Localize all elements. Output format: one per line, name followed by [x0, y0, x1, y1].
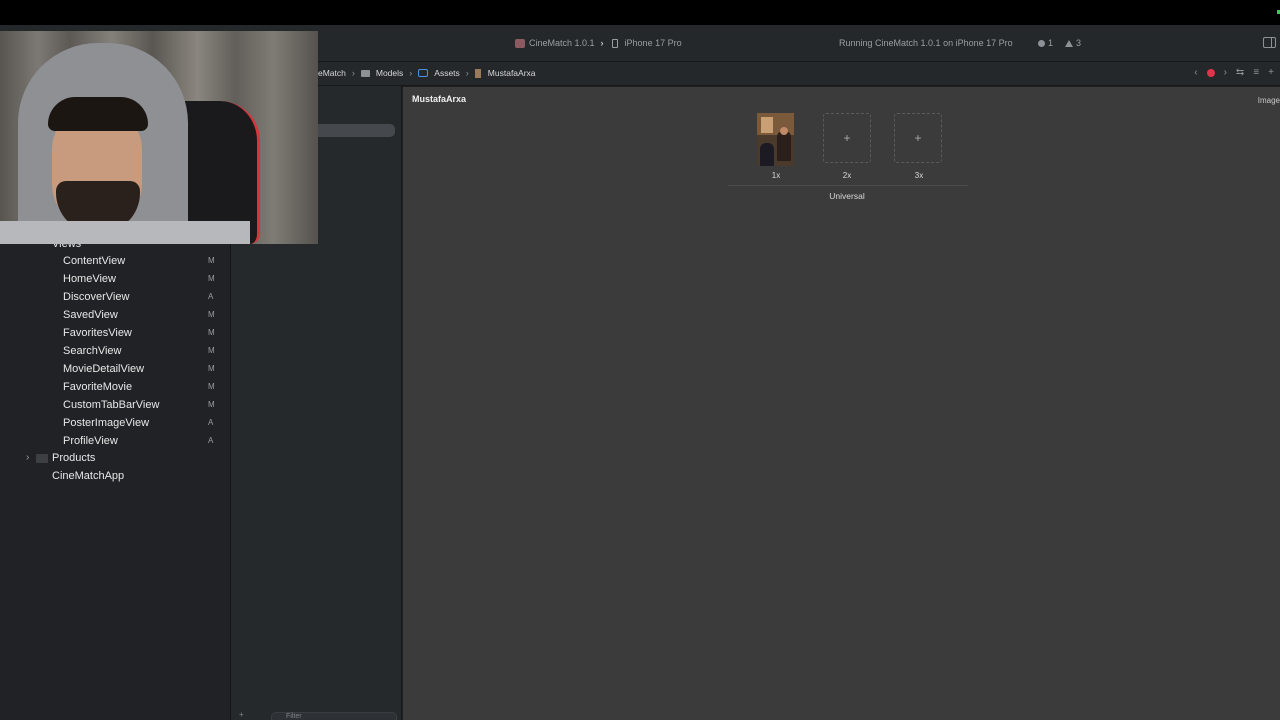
file-name: ContentView	[63, 255, 126, 267]
file-row[interactable]: CustomTabBarView M	[0, 396, 231, 414]
breadcrumb-assets[interactable]: Assets	[434, 68, 460, 78]
file-row[interactable]: MovieDetailView M	[0, 360, 231, 378]
webcam-overlay	[0, 31, 318, 244]
file-cinematchapp[interactable]: CineMatchApp	[0, 467, 231, 485]
filter-field[interactable]: Filter	[271, 712, 397, 720]
divider	[728, 185, 968, 186]
scm-status-badge: M	[208, 328, 215, 337]
scm-status-badge: M	[208, 346, 215, 355]
chevron-right-icon: ›	[351, 68, 355, 78]
image-slot-2x[interactable]: +	[823, 113, 871, 163]
warning-icon	[1065, 39, 1074, 47]
scm-status-badge: M	[208, 256, 215, 265]
scm-status-badge: M	[208, 364, 215, 373]
products-label: Products	[52, 452, 96, 464]
photo-region	[760, 143, 774, 166]
scm-status-badge: M	[208, 274, 215, 283]
related-items-icon[interactable]: ⇆	[1236, 67, 1244, 78]
back-icon[interactable]: ‹	[1194, 67, 1197, 78]
breadcrumb: eMatch › Models › Assets › MustafaArxa	[318, 68, 536, 78]
scm-status-badge: M	[208, 400, 215, 409]
cinematchapp-label: CineMatchApp	[52, 470, 125, 482]
breadcrumb-models[interactable]: Models	[376, 68, 403, 78]
xcode-window: CineMatch 1.0.1 › iPhone 17 Pro Running …	[0, 0, 1280, 720]
inspector-toggle-icon[interactable]	[1263, 37, 1276, 48]
breadcrumb-project[interactable]: eMatch	[318, 68, 346, 78]
asset-catalog-icon	[418, 69, 429, 77]
scm-status-badge: M	[208, 382, 215, 391]
file-name: DiscoverView	[63, 291, 130, 303]
scheme-selector[interactable]: CineMatch 1.0.1 › iPhone 17 Pro	[515, 37, 682, 49]
file-name: CustomTabBarView	[63, 399, 160, 411]
slot-label-1x: 1x	[771, 171, 781, 180]
add-icon: +	[843, 131, 851, 145]
top-strip	[0, 0, 1280, 25]
scm-status-badge: A	[208, 436, 214, 445]
file-row[interactable]: PosterImageView A	[0, 414, 231, 432]
asset-editor: MustafaArxa Image 1x + 2x + 3x Universal	[403, 87, 1280, 720]
slot-label-3x: 3x	[914, 171, 924, 180]
image-set-icon	[474, 68, 481, 78]
photo-region	[761, 117, 773, 133]
image-slot-1x[interactable]	[757, 113, 794, 166]
slot-label-2x: 2x	[842, 171, 852, 180]
error-count[interactable]: 1	[1038, 37, 1053, 49]
file-row[interactable]: FavoritesView M	[0, 324, 231, 342]
inspector-label: Image	[1257, 96, 1280, 105]
filter-placeholder: Filter	[286, 713, 302, 720]
file-row[interactable]: FavoriteMovie M	[0, 378, 231, 396]
image-slot-3x[interactable]: +	[894, 113, 942, 163]
file-row[interactable]: ContentView M	[0, 252, 231, 270]
warning-count[interactable]: 3	[1065, 37, 1081, 49]
error-count-value: 1	[1048, 38, 1054, 48]
issue-counts[interactable]: 1 3	[1038, 37, 1081, 49]
jumpbar-controls: ‹ › ⇆ ≡ +	[1194, 67, 1274, 78]
group-label-universal: Universal	[829, 191, 865, 201]
app-icon	[515, 38, 525, 48]
file-name: HomeView	[63, 273, 116, 285]
photo-region	[777, 131, 791, 161]
group-products[interactable]: › Products	[0, 449, 231, 467]
forward-icon[interactable]: ›	[1224, 67, 1227, 78]
webcam-hair	[48, 97, 148, 131]
add-icon[interactable]: +	[239, 710, 244, 719]
folder-icon	[36, 454, 48, 463]
webcam-shirt	[0, 221, 250, 244]
scm-status-badge: A	[208, 418, 214, 427]
warning-count-value: 3	[1076, 38, 1082, 48]
jump-bar: eMatch › Models › Assets › MustafaArxa ‹…	[318, 62, 1280, 86]
scheme-name: CineMatch 1.0.1	[529, 38, 595, 48]
error-icon	[1038, 39, 1045, 47]
editor-options-icon[interactable]: ≡	[1253, 67, 1259, 78]
file-row[interactable]: ProfileView A	[0, 432, 231, 450]
activity-status: Running CineMatch 1.0.1 on iPhone 17 Pro	[839, 38, 1013, 48]
file-row[interactable]: DiscoverView A	[0, 288, 231, 306]
scm-status-badge: A	[208, 292, 214, 301]
chevron-right-icon: ›	[409, 68, 413, 78]
file-name: PosterImageView	[63, 417, 150, 429]
device-name: iPhone 17 Pro	[624, 38, 682, 48]
image-set-title: MustafaArxa	[412, 94, 467, 104]
phone-icon	[611, 38, 618, 48]
file-row[interactable]: SavedView M	[0, 306, 231, 324]
file-row[interactable]: SearchView M	[0, 342, 231, 360]
photo-region	[780, 127, 788, 135]
file-name: SearchView	[63, 345, 122, 357]
breadcrumb-image-set[interactable]: MustafaArxa	[488, 68, 536, 78]
file-row[interactable]: HomeView M	[0, 270, 231, 288]
add-editor-icon[interactable]: +	[1268, 67, 1274, 78]
error-indicator-icon[interactable]	[1206, 68, 1215, 77]
scm-status-badge: M	[208, 310, 215, 319]
add-icon: +	[914, 131, 922, 145]
file-name: FavoriteMovie	[63, 381, 133, 393]
file-name: MovieDetailView	[63, 363, 145, 375]
chevron-right-icon: ›	[600, 38, 604, 48]
chevron-right-icon[interactable]: ›	[26, 449, 29, 467]
chevron-right-icon: ›	[465, 68, 469, 78]
folder-icon	[360, 69, 370, 77]
file-name: SavedView	[63, 309, 118, 321]
file-name: ProfileView	[63, 435, 118, 447]
file-name: FavoritesView	[63, 327, 132, 339]
